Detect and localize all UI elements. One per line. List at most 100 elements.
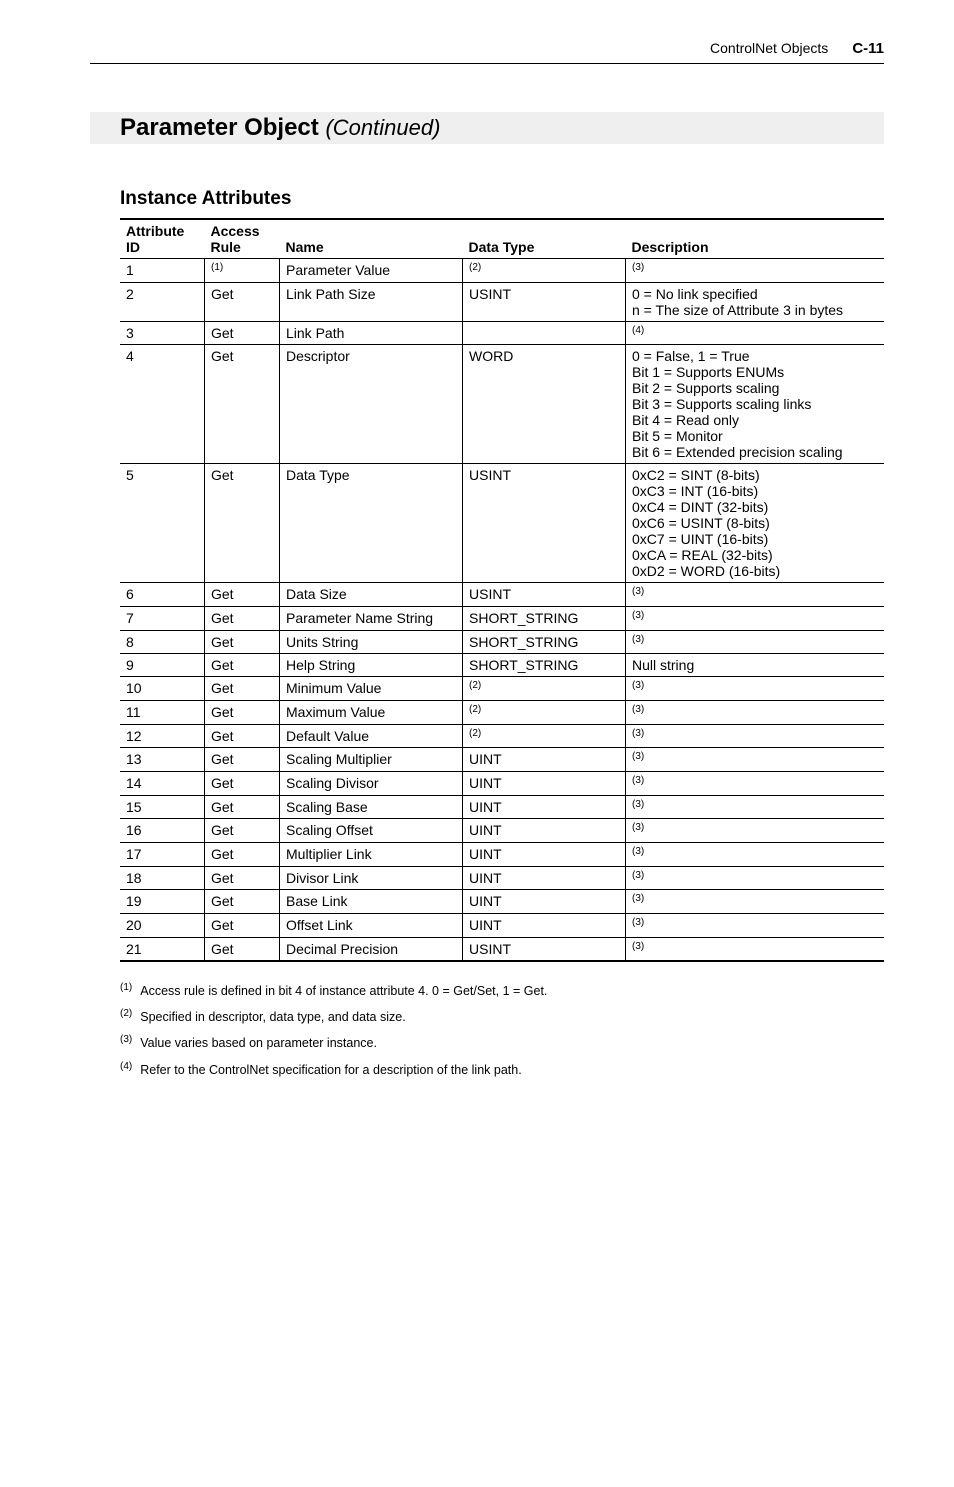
- cell-rule: Get: [205, 795, 280, 819]
- table-row: 9GetHelp StringSHORT_STRINGNull string: [120, 654, 884, 677]
- cell-dtype: USINT: [463, 937, 626, 961]
- table-row: 12GetDefault Value(2)(3): [120, 724, 884, 748]
- cell-dtype: UINT: [463, 842, 626, 866]
- table-row: 4GetDescriptorWORD0 = False, 1 = TrueBit…: [120, 345, 884, 464]
- cell-dtype: SHORT_STRING: [463, 654, 626, 677]
- cell-dtype: UINT: [463, 890, 626, 914]
- cell-id: 4: [120, 345, 205, 464]
- cell-id: 9: [120, 654, 205, 677]
- col-description-label: Description: [632, 239, 709, 255]
- cell-name: Descriptor: [280, 345, 463, 464]
- cell-id: 5: [120, 464, 205, 583]
- cell-desc: 0 = False, 1 = TrueBit 1 = Supports ENUM…: [626, 345, 885, 464]
- cell-name: Default Value: [280, 724, 463, 748]
- cell-id: 17: [120, 842, 205, 866]
- footnote-1: (1) Access rule is defined in bit 4 of in…: [120, 982, 884, 998]
- table-row: 16GetScaling OffsetUINT(3): [120, 819, 884, 843]
- cell-desc: (3): [626, 583, 885, 607]
- cell-dtype: USINT: [463, 282, 626, 321]
- page: ControlNet Objects C-11 Parameter Object…: [0, 0, 954, 1147]
- cell-name: Data Type: [280, 464, 463, 583]
- cell-rule: Get: [205, 630, 280, 654]
- table-row: 13GetScaling MultiplierUINT(3): [120, 748, 884, 772]
- cell-desc: (3): [626, 937, 885, 961]
- header-page-number: C-11: [852, 40, 884, 57]
- cell-id: 11: [120, 700, 205, 724]
- footnote-3: (3) Value varies based on parameter insta…: [120, 1034, 884, 1050]
- table-row: 14GetScaling DivisorUINT(3): [120, 771, 884, 795]
- subsection-heading: Instance Attributes: [120, 188, 884, 210]
- cell-id: 14: [120, 771, 205, 795]
- cell-id: 19: [120, 890, 205, 914]
- col-access-rule: Access Rule: [205, 219, 280, 259]
- cell-desc: (3): [626, 677, 885, 701]
- cell-dtype: WORD: [463, 345, 626, 464]
- cell-name: Scaling Multiplier: [280, 748, 463, 772]
- cell-desc: (3): [626, 890, 885, 914]
- footnote-1-text: Access rule is defined in bit 4 of insta…: [140, 984, 547, 998]
- cell-name: Minimum Value: [280, 677, 463, 701]
- cell-rule: Get: [205, 842, 280, 866]
- footnote-3-text: Value varies based on parameter instance…: [140, 1037, 377, 1051]
- table-row: 2GetLink Path SizeUSINT0 = No link speci…: [120, 282, 884, 321]
- cell-dtype: SHORT_STRING: [463, 606, 626, 630]
- cell-desc: (3): [626, 819, 885, 843]
- table-header-row: Attribute ID Access Rule Name Data Type …: [120, 219, 884, 259]
- col-attribute-id: Attribute ID: [120, 219, 205, 259]
- cell-name: Divisor Link: [280, 866, 463, 890]
- table-row: 10GetMinimum Value(2)(3): [120, 677, 884, 701]
- footnote-3-num: (3): [120, 1034, 132, 1045]
- page-header: ControlNet Objects C-11: [90, 40, 884, 64]
- cell-id: 3: [120, 321, 205, 345]
- cell-desc: (3): [626, 795, 885, 819]
- cell-desc: (3): [626, 259, 885, 283]
- table-row: 1(1)Parameter Value(2)(3): [120, 259, 884, 283]
- cell-name: Link Path: [280, 321, 463, 345]
- section-heading-continued: (Continued): [325, 115, 440, 140]
- table-row: 3GetLink Path(4): [120, 321, 884, 345]
- cell-dtype: (2): [463, 724, 626, 748]
- cell-dtype: (2): [463, 259, 626, 283]
- cell-dtype: UINT: [463, 771, 626, 795]
- cell-rule: Get: [205, 677, 280, 701]
- col-name: Name: [280, 219, 463, 259]
- table-row: 17GetMultiplier LinkUINT(3): [120, 842, 884, 866]
- table-row: 20GetOffset LinkUINT(3): [120, 913, 884, 937]
- col-data-type: Data Type: [463, 219, 626, 259]
- cell-dtype: UINT: [463, 795, 626, 819]
- cell-id: 8: [120, 630, 205, 654]
- col-name-label: Name: [286, 239, 324, 255]
- cell-name: Maximum Value: [280, 700, 463, 724]
- cell-desc: (3): [626, 748, 885, 772]
- cell-id: 12: [120, 724, 205, 748]
- cell-rule: Get: [205, 771, 280, 795]
- cell-id: 16: [120, 819, 205, 843]
- cell-rule: Get: [205, 866, 280, 890]
- section-heading-bar: Parameter Object (Continued): [90, 112, 884, 144]
- cell-rule: Get: [205, 282, 280, 321]
- col-attribute-label: Attribute: [126, 223, 184, 239]
- table-row: 8GetUnits StringSHORT_STRING(3): [120, 630, 884, 654]
- table-row: 18GetDivisor LinkUINT(3): [120, 866, 884, 890]
- cell-desc: (3): [626, 842, 885, 866]
- cell-name: Multiplier Link: [280, 842, 463, 866]
- footnote-1-num: (1): [120, 982, 132, 993]
- cell-dtype: USINT: [463, 583, 626, 607]
- cell-id: 1: [120, 259, 205, 283]
- cell-dtype: (2): [463, 700, 626, 724]
- cell-dtype: UINT: [463, 913, 626, 937]
- cell-name: Base Link: [280, 890, 463, 914]
- cell-rule: Get: [205, 464, 280, 583]
- footnote-2-num: (2): [120, 1008, 132, 1019]
- table-body: 1(1)Parameter Value(2)(3)2GetLink Path S…: [120, 259, 884, 962]
- cell-desc: (3): [626, 771, 885, 795]
- cell-dtype: [463, 321, 626, 345]
- footnote-4: (4)Refer to the ControlNet specification…: [120, 1061, 884, 1077]
- cell-name: Units String: [280, 630, 463, 654]
- cell-desc: 0 = No link specifiedn = The size of Att…: [626, 282, 885, 321]
- footnotes: (1) Access rule is defined in bit 4 of in…: [120, 982, 884, 1077]
- cell-id: 20: [120, 913, 205, 937]
- cell-desc: (3): [626, 630, 885, 654]
- cell-name: Parameter Name String: [280, 606, 463, 630]
- instance-attributes-table: Attribute ID Access Rule Name Data Type …: [120, 218, 884, 962]
